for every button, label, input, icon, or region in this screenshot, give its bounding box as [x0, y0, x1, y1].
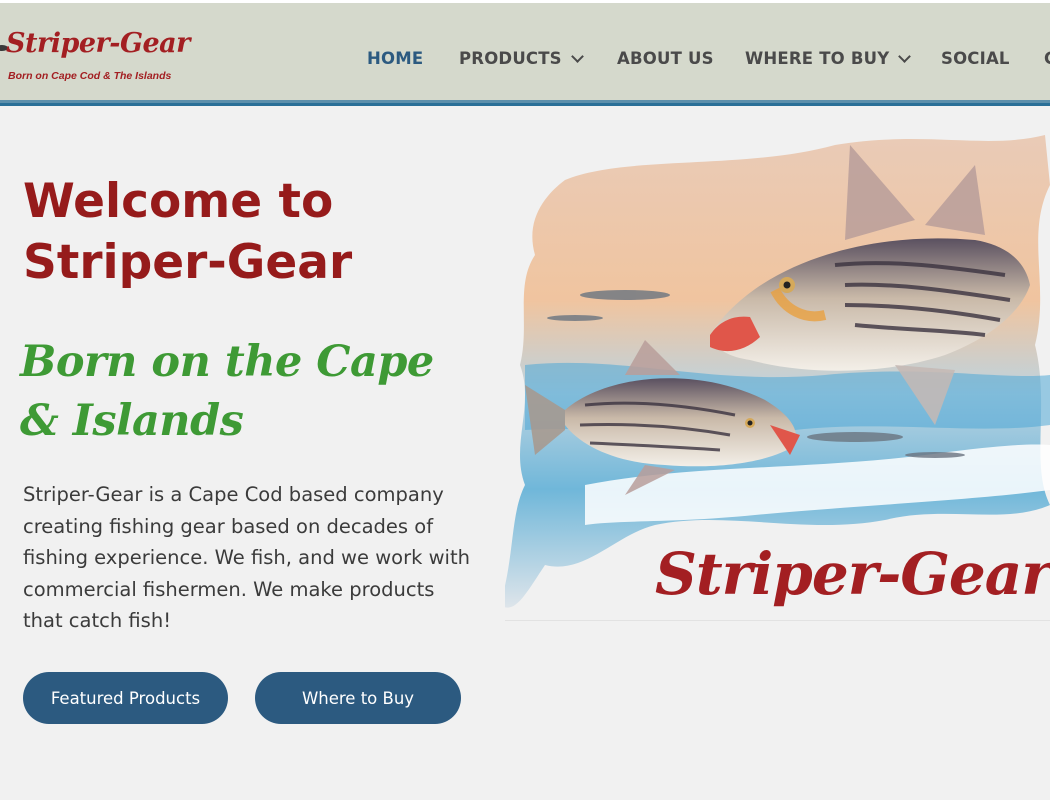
nav-home-label: HOME	[367, 49, 424, 68]
logo-subtitle: Born on Cape Cod & The Islands	[8, 70, 172, 82]
company-description: Striper-Gear is a Cape Cod based company…	[23, 483, 470, 632]
chevron-down-icon	[570, 49, 584, 63]
nav-where-to-buy[interactable]: WHERE TO BUY	[745, 49, 912, 68]
nav-social-label: SOCIAL	[941, 49, 1010, 68]
logo-title: Striper-Gear	[6, 28, 190, 59]
nav-about-label: ABOUT US	[617, 49, 714, 68]
featured-products-button[interactable]: Featured Products	[23, 672, 228, 724]
site-header: Striper-Gear Born on Cape Cod & The Isla…	[0, 3, 1050, 100]
site-logo[interactable]: Striper-Gear Born on Cape Cod & The Isla…	[0, 28, 190, 86]
header-divider-highlight	[0, 100, 1050, 103]
nav-where-label: WHERE TO BUY	[745, 49, 890, 68]
chevron-down-icon	[898, 49, 912, 63]
nav-social[interactable]: SOCIAL	[941, 49, 1010, 68]
hero-brand-text: Striper-Gear	[655, 540, 1050, 608]
where-to-buy-button[interactable]: Where to Buy	[255, 672, 461, 724]
nav-contact-label: C	[1044, 49, 1050, 68]
nav-about-us[interactable]: ABOUT US	[617, 49, 714, 68]
nav-products[interactable]: PRODUCTS	[459, 49, 584, 68]
page-tagline: Born on the Cape & Islands	[20, 337, 434, 446]
nav-products-label: PRODUCTS	[459, 49, 562, 68]
hero-image-underline	[505, 620, 1050, 621]
page-headline: Welcome to Striper-Gear	[23, 174, 353, 290]
nav-home[interactable]: HOME	[367, 49, 423, 68]
nav-contact-truncated[interactable]: C	[1044, 49, 1050, 68]
